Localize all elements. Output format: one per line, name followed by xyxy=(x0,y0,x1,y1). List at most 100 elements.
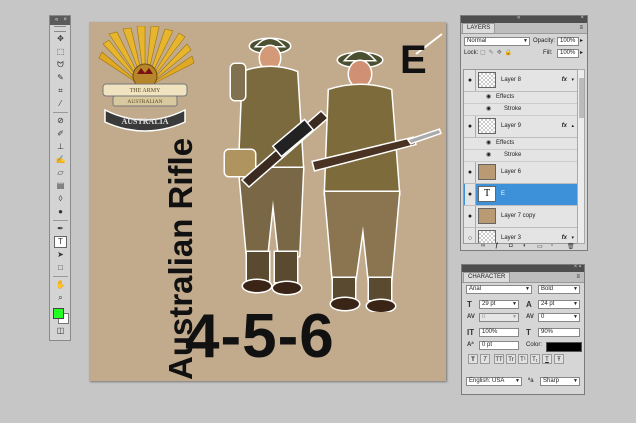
expand-arrow-icon[interactable]: ▾ xyxy=(571,235,574,241)
kerning-field[interactable]: 0 ▼ xyxy=(479,313,519,322)
visibility-eye-icon[interactable]: ● xyxy=(465,184,476,205)
quick-mask-icon[interactable]: ◫ xyxy=(54,325,67,337)
marquee-tool-icon[interactable]: ⬚ xyxy=(54,46,67,58)
history-brush-icon[interactable]: ✍ xyxy=(54,154,67,166)
layer-row-layer-7-copy[interactable]: ● Layer 7 copy xyxy=(464,206,577,228)
vertical-scale-field[interactable]: 100% xyxy=(479,328,519,337)
document-canvas[interactable]: THE ARMY AUSTRALIAN AUSTRALIA E Australi… xyxy=(89,22,446,381)
clone-stamp-icon[interactable]: ⊥ xyxy=(54,141,67,153)
effects-row[interactable]: ◉ Effects xyxy=(464,92,577,104)
hand-tool-icon[interactable]: ✋ xyxy=(54,279,67,291)
move-tool-icon[interactable]: ✥ xyxy=(54,33,67,45)
opacity-arrow-icon[interactable]: ▸ xyxy=(580,37,583,46)
kerning-icon: AV xyxy=(467,314,475,320)
link-layers-icon[interactable]: ∞ xyxy=(481,243,485,249)
big-number-text[interactable]: 4-5-6 xyxy=(185,305,335,369)
dodge-icon[interactable]: ● xyxy=(54,206,67,218)
tab-layers[interactable]: LAYERS xyxy=(462,23,496,33)
eraser-icon[interactable]: ▱ xyxy=(54,167,67,179)
close-icon[interactable]: × ▪ xyxy=(574,264,581,270)
text-color-swatch[interactable] xyxy=(546,342,582,352)
new-group-icon[interactable]: ▭ xyxy=(537,243,543,250)
new-layer-icon[interactable]: ▫ xyxy=(551,243,553,249)
stroke-effect-row[interactable]: ◉ Stroke xyxy=(464,150,577,162)
scrollbar-thumb[interactable] xyxy=(579,78,584,118)
subscript-button[interactable]: T₁ xyxy=(530,354,540,364)
layer-row-layer-3[interactable]: ○ Layer 3 fx ▾ xyxy=(464,228,577,243)
visibility-eye-icon[interactable]: ● xyxy=(465,70,476,91)
fill-field[interactable]: 100% xyxy=(557,49,579,58)
zoom-tool-icon[interactable]: ⌕ xyxy=(54,292,67,304)
faux-bold-button[interactable]: T xyxy=(468,354,478,364)
collapse-icon[interactable]: « xyxy=(55,16,58,25)
layers-scrollbar[interactable] xyxy=(577,69,585,244)
strikethrough-button[interactable]: Ŧ xyxy=(554,354,564,364)
all-caps-button[interactable]: TT xyxy=(494,354,504,364)
fill-arrow-icon[interactable]: ▸ xyxy=(580,49,583,58)
fx-icon[interactable]: fx xyxy=(562,77,567,83)
superscript-button[interactable]: T¹ xyxy=(518,354,528,364)
character-panel-strip[interactable]: × ▪ xyxy=(462,264,584,272)
corner-letter-text[interactable]: E xyxy=(400,38,427,82)
pen-tool-icon[interactable]: ✒ xyxy=(54,223,67,235)
crop-tool-icon[interactable]: ⌗ xyxy=(54,85,67,97)
blend-mode-select[interactable]: Normal ▼ xyxy=(464,37,530,46)
collapse-icon[interactable]: « xyxy=(517,15,520,21)
stroke-effect-row[interactable]: ◉ Stroke xyxy=(464,104,577,116)
trash-icon[interactable]: 🗑 xyxy=(567,243,575,250)
language-select[interactable]: English: USA ▼ xyxy=(466,377,522,386)
effects-row[interactable]: ◉ Effects xyxy=(464,138,577,150)
tool-separator xyxy=(53,276,68,277)
layer-row-layer-6[interactable]: ● Layer 6 xyxy=(464,162,577,184)
layer-row-layer-9[interactable]: ● Layer 9 fx ▴ xyxy=(464,116,577,138)
type-tool-icon[interactable]: T xyxy=(54,236,67,248)
layer-thumbnail xyxy=(478,118,496,134)
fx-icon[interactable]: fx xyxy=(562,235,567,241)
eyedropper-icon[interactable]: ⁄ xyxy=(54,98,67,110)
font-family-select[interactable]: Arial ▼ xyxy=(466,285,532,294)
adjustment-layer-icon[interactable]: ◐ xyxy=(523,243,527,249)
visibility-eye-icon[interactable]: ● xyxy=(465,116,476,137)
expand-arrow-icon[interactable]: ▴ xyxy=(571,123,574,129)
path-select-icon[interactable]: ➤ xyxy=(54,249,67,261)
fx-icon[interactable]: fx xyxy=(562,123,567,129)
close-icon[interactable]: × xyxy=(580,15,584,21)
vertical-scale-icon: IT xyxy=(467,328,475,337)
brush-tool-icon[interactable]: ✐ xyxy=(54,128,67,140)
panel-menu-icon[interactable]: ≡ xyxy=(579,23,583,33)
layers-panel: « × LAYERS ≡ Normal ▼ Opacity: 100% ▸ Loc… xyxy=(460,15,588,251)
shape-tool-icon[interactable]: □ xyxy=(54,262,67,274)
font-style-select[interactable]: Bold ▼ xyxy=(538,285,580,294)
leading-field[interactable]: 24 pt ▼ xyxy=(538,300,580,309)
baseline-shift-field[interactable]: 0 pt xyxy=(479,341,519,350)
add-mask-icon[interactable]: ◘ xyxy=(509,243,513,249)
expand-arrow-icon[interactable]: ▾ xyxy=(571,77,574,83)
tab-character[interactable]: CHARACTER xyxy=(463,272,511,282)
font-size-field[interactable]: 29 pt ▼ xyxy=(479,300,519,309)
blur-icon[interactable]: ◊ xyxy=(54,193,67,205)
faux-italic-button[interactable]: T xyxy=(480,354,490,364)
panel-menu-icon[interactable]: ≡ xyxy=(576,272,580,282)
close-icon[interactable]: × xyxy=(63,16,67,25)
add-style-icon[interactable]: ƒ xyxy=(495,243,498,249)
layer-row-e[interactable]: ● T E xyxy=(464,184,577,206)
tools-panel-header[interactable]: « × xyxy=(50,16,70,25)
visibility-eye-icon[interactable]: ● xyxy=(465,206,476,227)
foreground-color-swatch-front[interactable] xyxy=(53,308,64,319)
quick-select-icon[interactable]: ✎ xyxy=(54,72,67,84)
lasso-tool-icon[interactable]: ᗢ xyxy=(54,59,67,71)
spot-heal-icon[interactable]: ⊘ xyxy=(54,115,67,127)
horizontal-scale-field[interactable]: 90% xyxy=(538,328,580,337)
small-caps-button[interactable]: Tr xyxy=(506,354,516,364)
layers-panel-strip[interactable]: « × xyxy=(461,15,587,23)
panel-grip[interactable] xyxy=(54,26,66,32)
visibility-eye-icon[interactable]: ○ xyxy=(465,228,476,243)
anti-alias-select[interactable]: Sharp ▼ xyxy=(540,377,580,386)
tracking-field[interactable]: 0 ▼ xyxy=(538,313,580,322)
gradient-icon[interactable]: ▤ xyxy=(54,180,67,192)
opacity-field[interactable]: 100% xyxy=(557,37,579,46)
visibility-eye-icon[interactable]: ● xyxy=(465,162,476,183)
underline-button[interactable]: T xyxy=(542,354,552,364)
layer-row-layer-8[interactable]: ● Layer 8 fx ▾ xyxy=(464,70,577,92)
lock-icons[interactable]: ▢✎✥🔒 xyxy=(480,49,515,58)
